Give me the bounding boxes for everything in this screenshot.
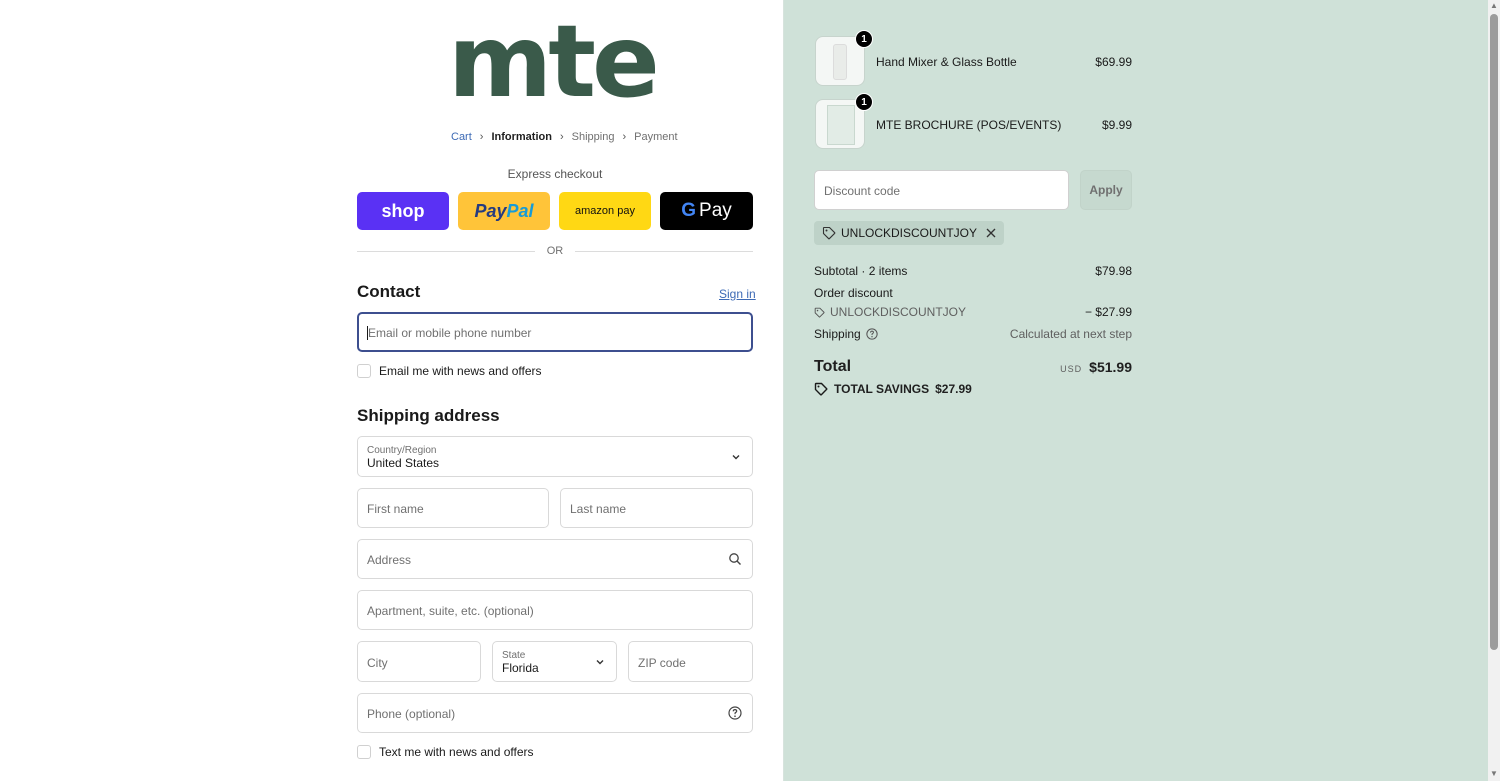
phone-field[interactable]: Phone (optional) <box>357 693 753 733</box>
breadcrumb-cart[interactable]: Cart <box>451 131 472 143</box>
email-news-checkbox[interactable] <box>357 364 371 378</box>
breadcrumb-payment: Payment <box>634 131 678 143</box>
address-field[interactable]: Address <box>357 539 753 579</box>
total-label: Total <box>814 358 852 375</box>
amazon-pay-button[interactable]: amazon pay <box>559 192 651 230</box>
cart-item-price: $9.99 <box>1101 118 1132 132</box>
close-icon[interactable] <box>986 228 996 238</box>
city-field[interactable]: City <box>357 641 481 682</box>
google-pay-button[interactable]: G Pay <box>660 192 753 230</box>
savings-value: $27.99 <box>935 382 972 396</box>
chevron-down-icon <box>594 656 606 668</box>
applied-discount-code: UNLOCKDISCOUNTJOY <box>841 226 978 240</box>
first-name-field[interactable]: First name <box>357 488 549 528</box>
tag-icon <box>814 382 828 396</box>
sign-in-link[interactable]: Sign in <box>719 287 756 301</box>
summary-discount-code: UNLOCKDISCOUNTJOY <box>830 305 967 319</box>
scrollbar[interactable]: ▲ ▼ <box>1488 0 1500 781</box>
applied-discount-tag: UNLOCKDISCOUNTJOY <box>814 221 1005 245</box>
subtotal-value: $79.98 <box>1095 264 1132 278</box>
subtotal-row: Subtotal · 2 items $79.98 <box>814 264 1132 278</box>
cart-item: 1 <box>815 30 873 86</box>
breadcrumb-information: Information <box>491 131 552 143</box>
help-icon[interactable] <box>866 328 878 340</box>
cart-item-price: $69.99 <box>1095 55 1132 69</box>
or-divider: OR <box>357 245 753 259</box>
scroll-down-icon[interactable]: ▼ <box>1490 770 1498 778</box>
email-news-label: Email me with news and offers <box>379 364 542 378</box>
shipping-row: Shipping Calculated at next step <box>814 327 1132 341</box>
checkout-main: mte Cart › Information › Shipping › Paym… <box>0 0 783 781</box>
scroll-up-icon[interactable]: ▲ <box>1490 2 1498 10</box>
express-checkout-title: Express checkout <box>507 167 603 181</box>
breadcrumb-shipping: Shipping <box>571 131 615 143</box>
google-icon: G <box>681 200 697 221</box>
discount-code-input[interactable]: Discount code <box>814 170 1069 210</box>
email-news-option[interactable]: Email me with news and offers <box>357 364 542 378</box>
email-placeholder: Email or mobile phone number <box>368 326 532 340</box>
shipping-address-title: Shipping address <box>357 406 500 425</box>
total-row: Total USD $51.99 <box>814 358 1132 376</box>
contact-title: Contact <box>357 282 421 301</box>
text-news-label: Text me with news and offers <box>379 745 534 759</box>
order-discount-label: Order discount <box>814 286 893 300</box>
chevron-right-icon: › <box>622 131 627 143</box>
last-name-field[interactable]: Last name <box>560 488 753 528</box>
chevron-right-icon: › <box>479 131 484 143</box>
text-news-checkbox[interactable] <box>357 745 371 759</box>
currency-code: USD <box>1060 364 1083 374</box>
search-icon <box>728 552 742 566</box>
apartment-field[interactable]: Apartment, suite, etc. (optional) <box>357 590 753 630</box>
zip-field[interactable]: ZIP code <box>628 641 753 682</box>
breadcrumb: Cart › Information › Shipping › Payment <box>451 131 678 143</box>
chevron-right-icon: › <box>559 131 564 143</box>
help-icon[interactable] <box>728 706 742 720</box>
quantity-badge: 1 <box>855 93 873 111</box>
paypal-button[interactable]: Pay Pal <box>458 192 550 230</box>
subtotal-label: Subtotal · 2 items <box>814 264 908 278</box>
brand-logo[interactable]: mte <box>448 12 666 118</box>
product-thumbnail: 1 <box>815 30 873 86</box>
total-savings: TOTAL SAVINGS $27.99 <box>814 382 972 396</box>
scrollbar-thumb[interactable] <box>1490 14 1498 650</box>
shipping-label: Shipping <box>814 327 861 341</box>
tag-icon <box>814 307 825 318</box>
cart-item-name: Hand Mixer & Glass Bottle <box>876 55 1017 69</box>
quantity-badge: 1 <box>855 30 873 48</box>
savings-label: TOTAL SAVINGS <box>834 382 930 396</box>
shop-pay-button[interactable]: shop <box>357 192 449 230</box>
product-thumbnail: 1 <box>815 93 873 149</box>
chevron-down-icon <box>730 451 742 463</box>
shipping-value: Calculated at next step <box>1009 327 1132 341</box>
country-select[interactable]: Country/Region United States <box>357 436 753 477</box>
cart-item: 1 <box>815 93 873 149</box>
cart-item-name: MTE BROCHURE (POS/EVENTS) <box>876 118 1062 132</box>
apply-discount-button[interactable]: Apply <box>1080 170 1132 210</box>
state-select[interactable]: State Florida <box>492 641 617 682</box>
tag-icon <box>822 226 836 240</box>
order-discount-row: Order discount <box>814 286 1132 300</box>
discount-code-row: UNLOCKDISCOUNTJOY − $27.99 <box>814 305 1132 319</box>
email-field[interactable]: Email or mobile phone number <box>357 312 753 352</box>
text-news-option[interactable]: Text me with news and offers <box>357 745 534 759</box>
total-value: $51.99 <box>1089 359 1132 375</box>
discount-value: − $27.99 <box>1084 305 1132 319</box>
